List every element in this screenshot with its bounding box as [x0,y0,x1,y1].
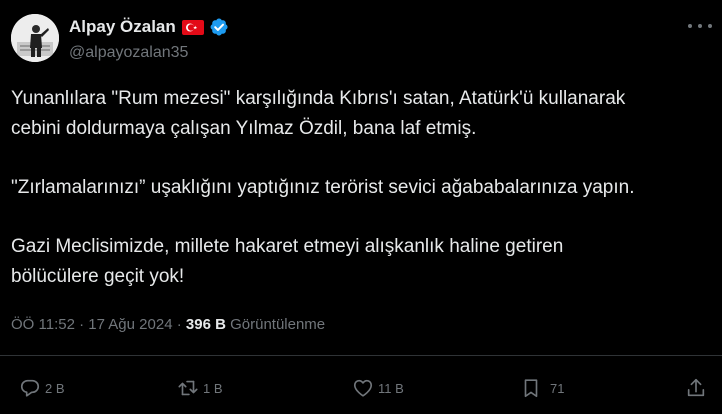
reply-count: 2 B [45,380,65,396]
verified-badge-icon[interactable] [209,17,229,37]
bookmark-icon [524,379,538,398]
repost-button[interactable]: 1 B [177,376,223,400]
views-label: Görüntülenme [230,316,326,333]
share-icon [687,378,705,397]
post-text: Yunanlılara "Rum mezesi" karşılığında Kı… [11,84,713,292]
like-count: 11 B [378,380,404,396]
author-name[interactable]: Alpay Özalan [69,17,176,37]
post-paragraph: "Zırlamalarınızı” uşaklığını yaptığınız … [11,177,635,198]
like-icon [353,379,373,397]
post-date[interactable]: 17 Ağu 2024 [88,316,172,333]
reply-icon [20,379,40,397]
views-count: 396 B [185,316,226,333]
meta-separator: · [79,316,85,333]
meta-separator: · [176,316,182,333]
post-paragraph: Gazi Meclisimizde, millete hakaret etmey… [11,236,564,287]
share-button[interactable] [685,376,707,400]
bookmark-count: 71 [550,380,565,396]
post-meta: ÖÖ 11:52 · 17 Ağu 2024 · 396 B Görüntüle… [11,316,325,333]
repost-icon [178,380,198,396]
post-paragraph: Yunanlılara "Rum mezesi" karşılığında Kı… [11,88,626,139]
post-time[interactable]: ÖÖ 11:52 [11,316,75,333]
more-options-icon[interactable] [688,16,712,36]
reply-button[interactable]: 2 B [19,376,65,400]
repost-count: 1 B [203,380,223,396]
avatar-image [11,14,59,62]
like-button[interactable]: 11 B [352,376,404,400]
author-handle[interactable]: @alpayozalan35 [69,44,188,62]
bookmark-button[interactable]: 71 [520,376,564,400]
avatar[interactable] [11,14,59,62]
divider [0,355,722,356]
author-row: Alpay Özalan [69,16,229,38]
turkey-flag-icon [181,19,204,35]
